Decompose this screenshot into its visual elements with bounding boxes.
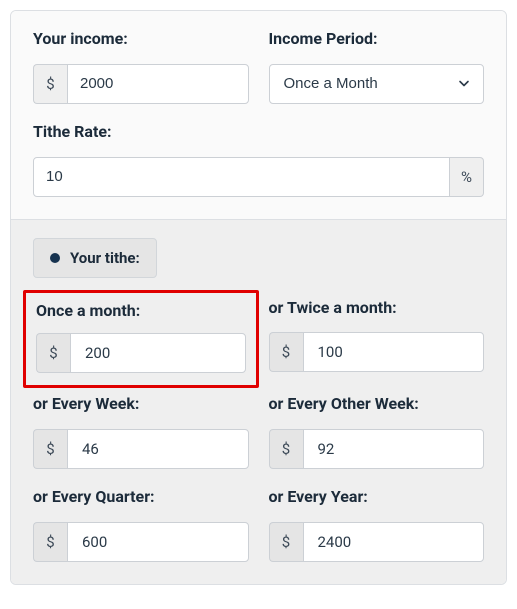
quarterly-result: $ 600 [33,522,249,562]
period-label: Income Period: [269,29,485,50]
percent-icon: % [450,157,484,197]
biweekly-result: $ 92 [269,429,485,469]
income-label: Your income: [33,29,249,50]
dollar-icon: $ [269,332,303,372]
monthly-result: $ 200 [36,333,246,373]
income-input[interactable] [67,64,249,104]
monthly-label: Once a month: [36,301,246,322]
twice-monthly-value: 100 [303,332,485,372]
your-tithe-chip: Your tithe: [33,238,157,278]
twice-monthly-label: or Twice a month: [269,298,485,319]
yearly-label: or Every Year: [269,487,485,508]
weekly-label: or Every Week: [33,394,249,415]
income-input-group: $ [33,64,249,104]
yearly-result: $ 2400 [269,522,485,562]
inputs-section: Your income: $ Income Period: Once a Mon… [11,11,506,219]
biweekly-label: or Every Other Week: [269,394,485,415]
dollar-icon: $ [36,333,70,373]
dollar-icon: $ [269,429,303,469]
your-tithe-label: Your tithe: [70,249,140,267]
highlight-monthly: Once a month: $ 200 [23,290,259,389]
period-select[interactable]: Once a Month [269,64,485,104]
twice-monthly-result: $ 100 [269,332,485,372]
quarterly-value: 600 [67,522,249,562]
dot-icon [50,253,60,263]
rate-label: Tithe Rate: [33,122,484,143]
weekly-value: 46 [67,429,249,469]
yearly-value: 2400 [303,522,485,562]
monthly-value: 200 [70,333,246,373]
weekly-result: $ 46 [33,429,249,469]
quarterly-label: or Every Quarter: [33,487,249,508]
results-section: Your tithe: Once a month: $ 200 or Twice… [11,219,506,584]
tithe-calculator-panel: Your income: $ Income Period: Once a Mon… [10,10,507,585]
rate-input-group: % [33,157,484,197]
dollar-icon: $ [33,429,67,469]
dollar-icon: $ [269,522,303,562]
dollar-icon: $ [33,64,67,104]
dollar-icon: $ [33,522,67,562]
rate-input[interactable] [33,157,450,197]
biweekly-value: 92 [303,429,485,469]
